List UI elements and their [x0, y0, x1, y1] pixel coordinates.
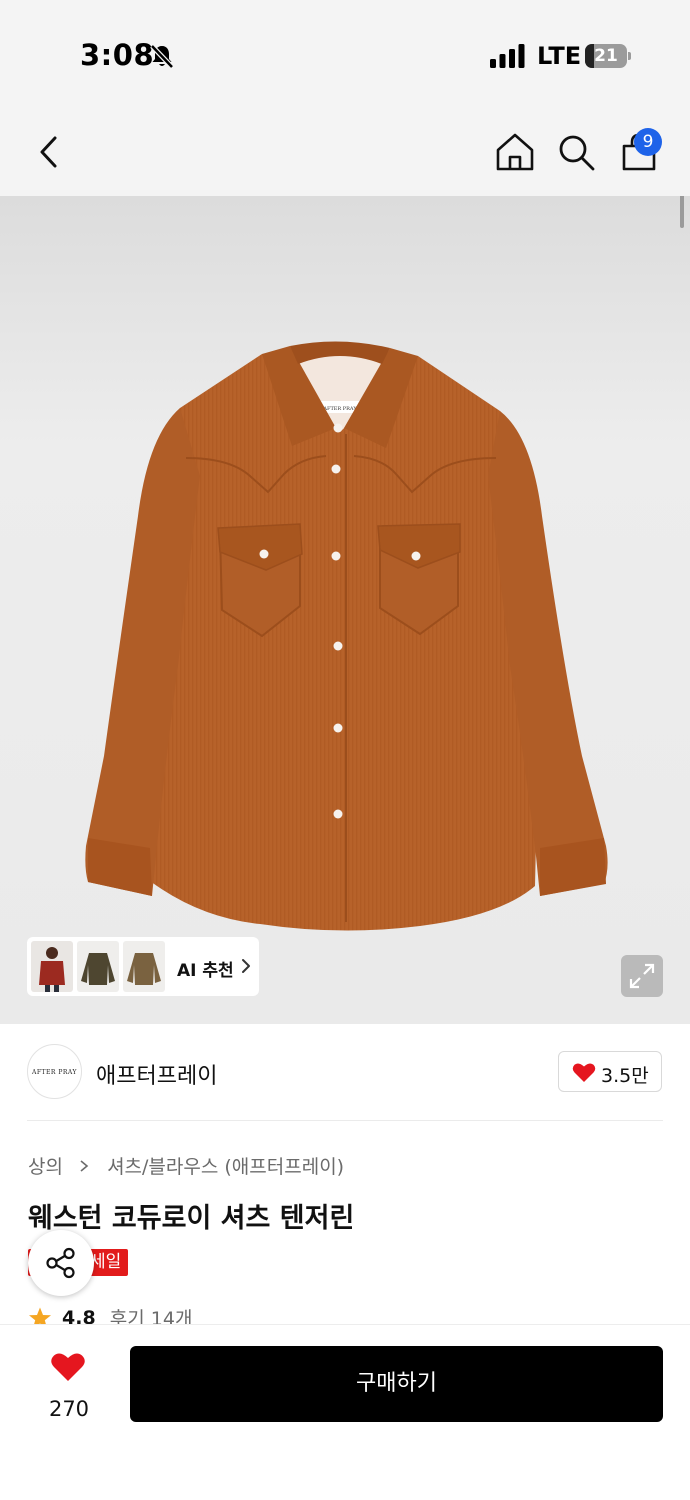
product-photo-shirt: AFTER PRAY	[85, 341, 608, 931]
recommend-thumbnail-3[interactable]	[123, 941, 165, 992]
product-title: 웨스턴 코듀로이 셔츠 텐저린	[28, 1203, 355, 1234]
cart-count-badge: 9	[634, 128, 662, 156]
share-button[interactable]	[28, 1230, 94, 1296]
like-count: 270	[48, 1397, 90, 1421]
like-button[interactable]: 270	[34, 1347, 104, 1427]
battery-icon: 21	[585, 44, 631, 68]
brand-like-button[interactable]: 3.5만	[558, 1051, 662, 1092]
share-icon	[46, 1247, 75, 1279]
breadcrumb-subcategory[interactable]: 셔츠/블라우스 (애프터프레이)	[107, 1152, 344, 1179]
divider	[27, 1120, 663, 1121]
status-bar: 3:08 LTE 21	[0, 0, 690, 110]
home-button[interactable]	[494, 130, 536, 174]
back-button[interactable]	[30, 130, 70, 174]
recommend-thumbnail-1[interactable]	[31, 941, 73, 992]
heart-icon	[572, 1063, 596, 1082]
chevron-right-icon	[80, 1159, 89, 1172]
brand-like-count: 3.5만	[601, 1065, 649, 1087]
signal-icon	[490, 44, 525, 68]
breadcrumb-category[interactable]: 상의	[28, 1152, 63, 1179]
brand-name[interactable]: 애프터프레이	[96, 1058, 217, 1090]
buy-button[interactable]: 구매하기	[130, 1346, 663, 1422]
heart-icon	[51, 1353, 85, 1381]
expand-icon	[629, 963, 655, 989]
breadcrumb: 상의 셔츠/블라우스 (애프터프레이)	[28, 1152, 344, 1178]
ai-recommend-button[interactable]: AI 추천	[27, 937, 259, 996]
recommend-thumbnail-2[interactable]	[77, 941, 119, 992]
brand-logo[interactable]: AFTER PRAY	[27, 1044, 82, 1099]
bottom-action-bar: 270 구매하기	[0, 1324, 690, 1500]
ai-recommend-label: AI 추천	[177, 961, 234, 981]
home-icon	[496, 133, 534, 171]
scroll-indicator	[680, 196, 684, 228]
search-icon	[559, 135, 595, 171]
search-button[interactable]	[556, 130, 598, 174]
chevron-left-icon	[40, 136, 57, 168]
chevron-right-icon	[242, 959, 250, 973]
bell-slash-icon	[150, 44, 174, 69]
status-time: 3:08	[80, 38, 155, 72]
shirt-brand-label: AFTER PRAY	[322, 406, 357, 412]
expand-image-button[interactable]	[621, 955, 663, 997]
product-image-carousel[interactable]: AFTER PRAY	[0, 196, 690, 1024]
top-navigation-bar	[0, 110, 690, 196]
network-type: LTE	[537, 42, 582, 70]
battery-level: 21	[594, 46, 618, 66]
